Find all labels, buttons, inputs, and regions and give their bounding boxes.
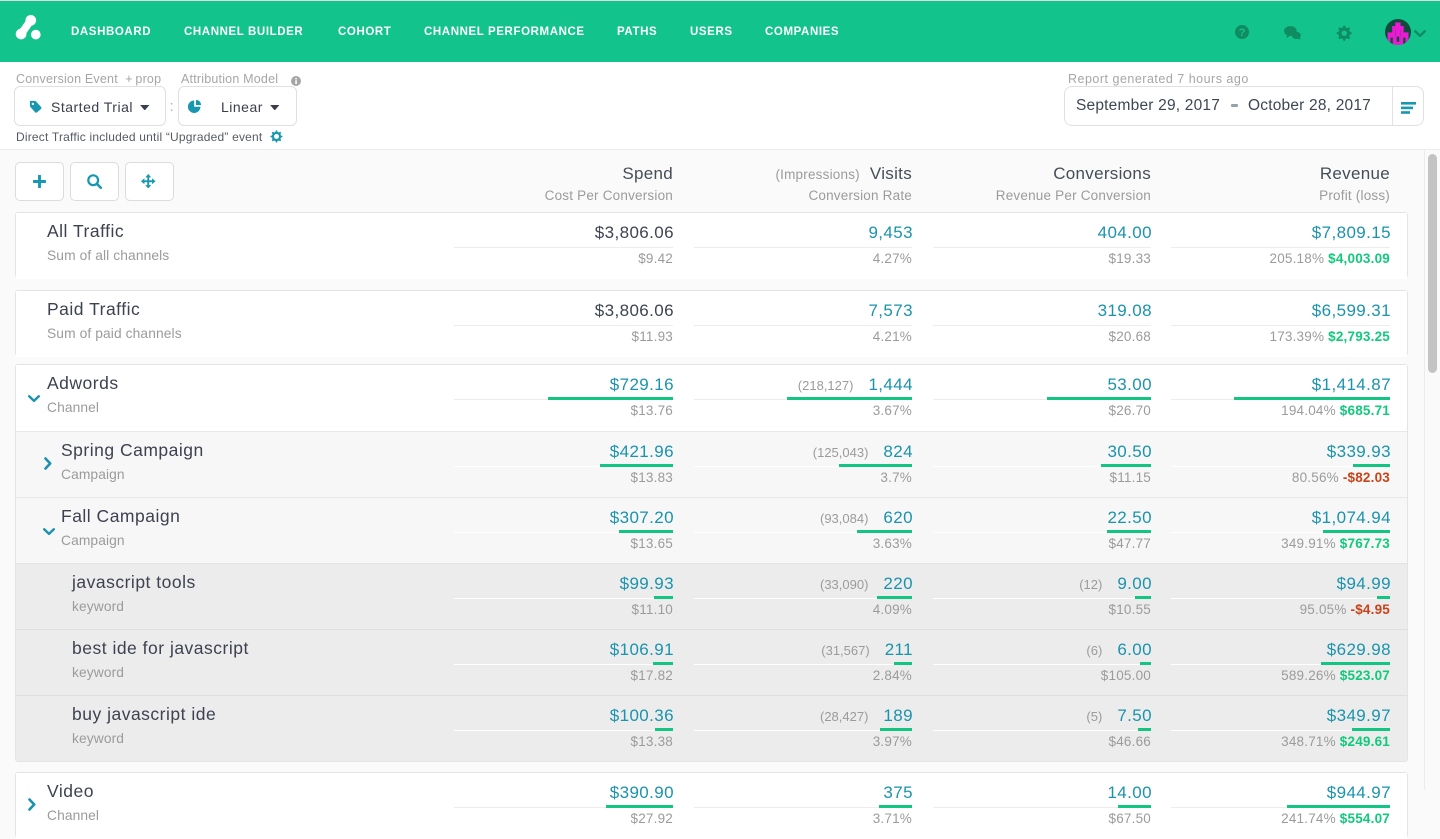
svg-text:?: ? xyxy=(1238,27,1245,39)
